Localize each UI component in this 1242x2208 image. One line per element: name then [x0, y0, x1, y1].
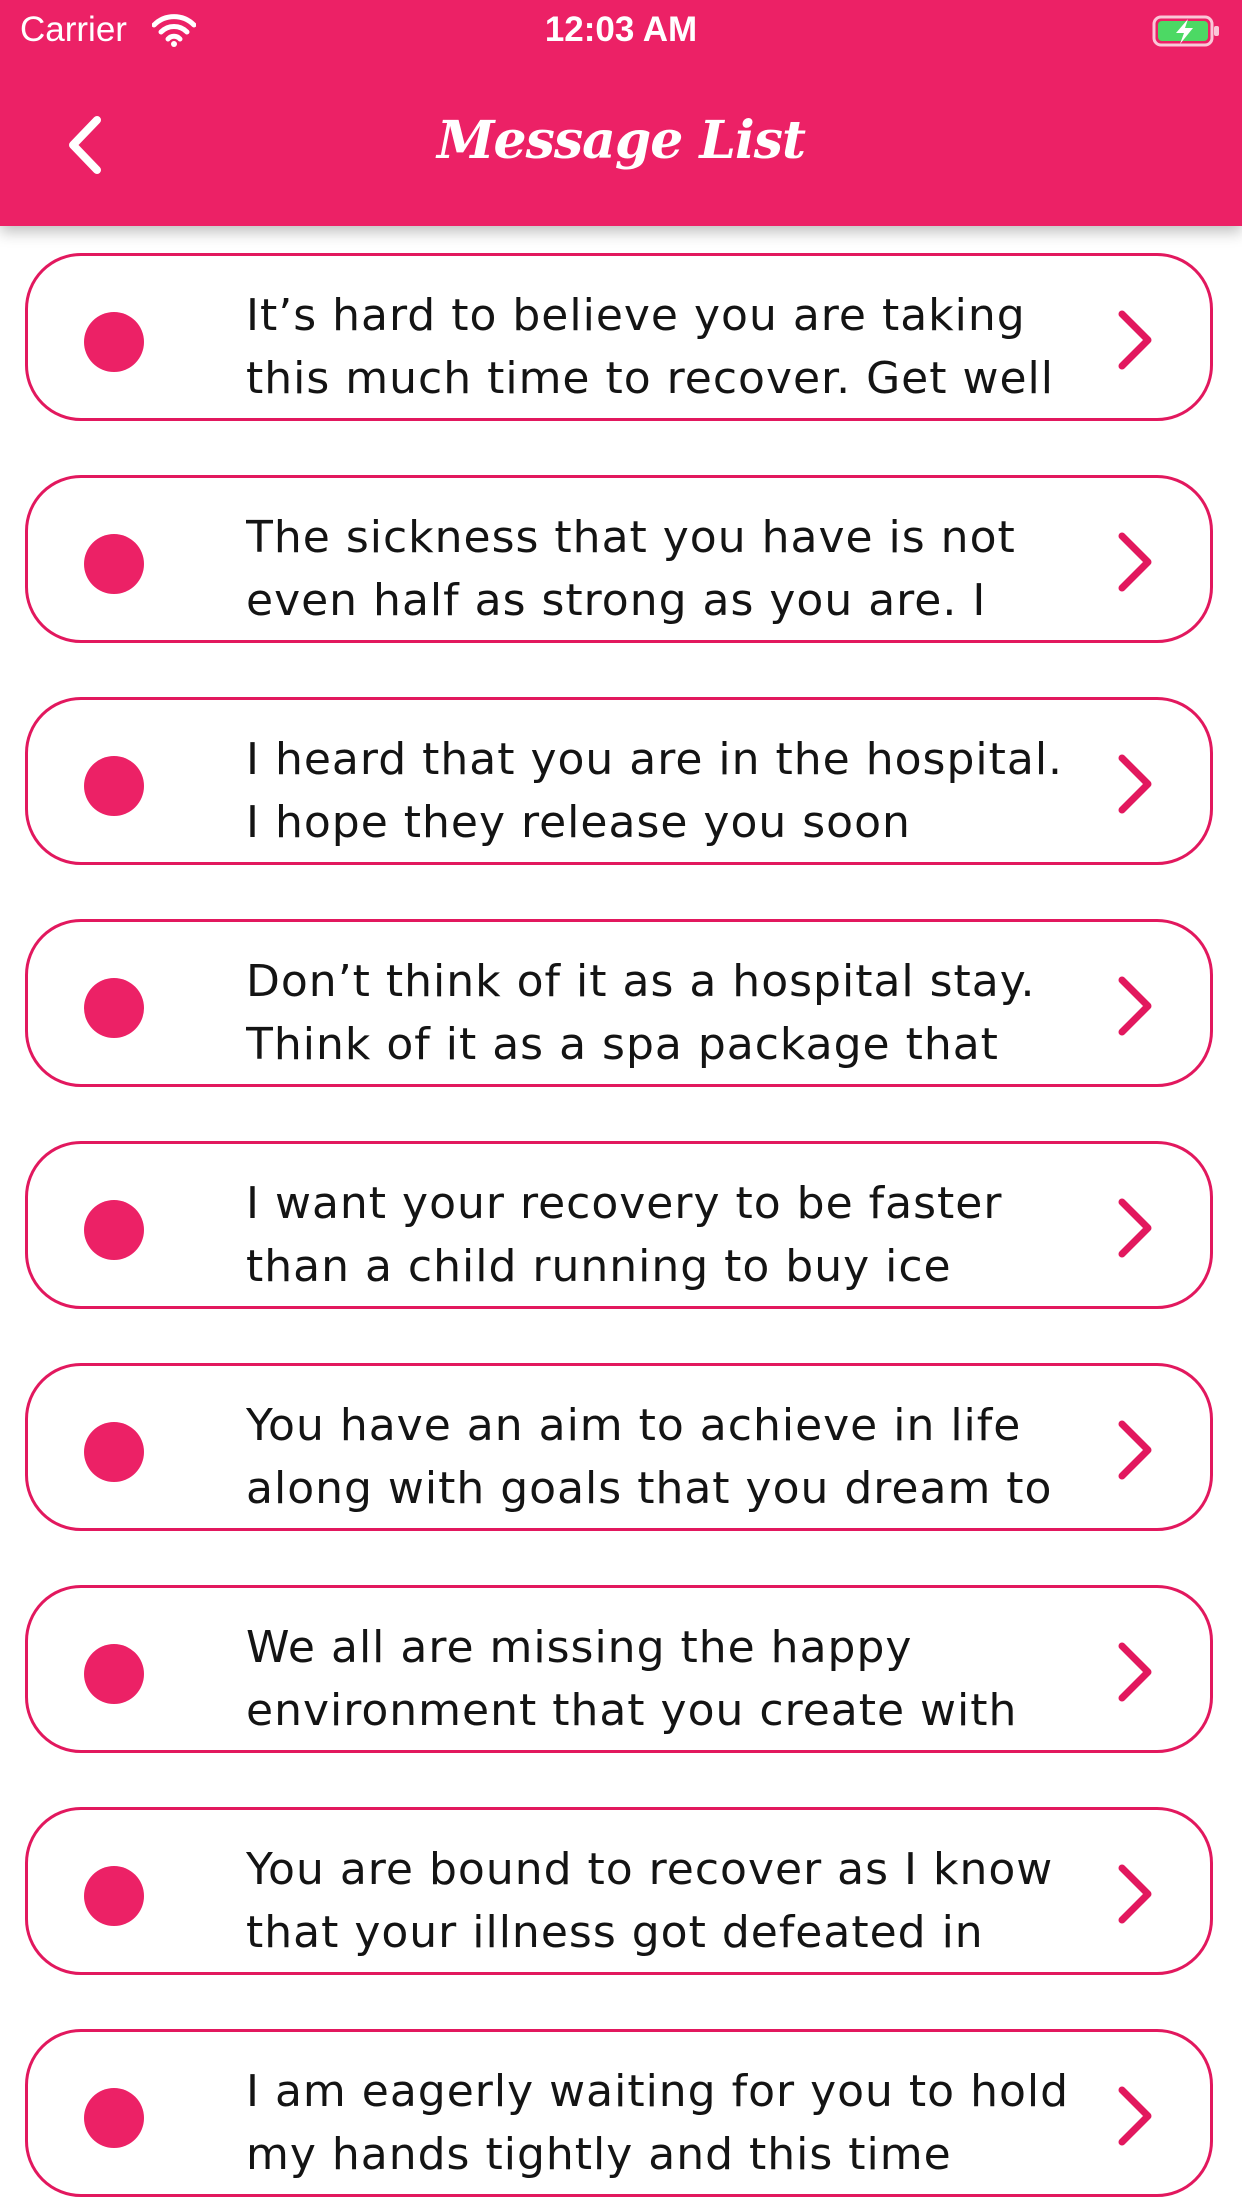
navigation-bar: Carrier 12:03 AM Message List: [0, 0, 1242, 226]
bullet-dot-icon: [84, 534, 144, 594]
message-preview: We all are missing the happy environment…: [246, 1622, 1018, 1736]
message-list-item[interactable]: You are bound to recover as I know that …: [25, 1807, 1213, 1975]
message-preview: The sickness that you have is not even h…: [246, 512, 1016, 626]
bullet-dot-icon: [84, 978, 144, 1038]
chevron-right-icon: [1118, 310, 1152, 370]
chevron-right-icon: [1118, 2086, 1152, 2146]
message-preview: I want your recovery to be faster than a…: [246, 1178, 1003, 1292]
chevron-right-icon: [1118, 754, 1152, 814]
bullet-dot-icon: [84, 1644, 144, 1704]
message-list-item[interactable]: You have an aim to achieve in life along…: [25, 1363, 1213, 1531]
clock: 12:03 AM: [544, 10, 698, 49]
message-list-item[interactable]: I heard that you are in the hospital. I …: [25, 697, 1213, 865]
page-title: Message List: [436, 110, 806, 171]
chevron-right-icon: [1118, 1864, 1152, 1924]
bullet-dot-icon: [84, 1866, 144, 1926]
message-preview: I am eagerly waiting for you to hold my …: [246, 2066, 1070, 2180]
message-list-item[interactable]: Don’t think of it as a hospital stay. Th…: [25, 919, 1213, 1087]
message-preview: It’s hard to believe you are taking this…: [246, 290, 1054, 404]
bullet-dot-icon: [84, 756, 144, 816]
chevron-right-icon: [1118, 1198, 1152, 1258]
message-list-item[interactable]: It’s hard to believe you are taking this…: [25, 253, 1213, 421]
message-preview: Don’t think of it as a hospital stay. Th…: [246, 956, 1036, 1070]
bullet-dot-icon: [84, 312, 144, 372]
bullet-dot-icon: [84, 2088, 144, 2148]
message-preview: You are bound to recover as I know that …: [246, 1844, 1054, 1958]
chevron-right-icon: [1118, 1420, 1152, 1480]
message-list-item[interactable]: We all are missing the happy environment…: [25, 1585, 1213, 1753]
chevron-right-icon: [1118, 1642, 1152, 1702]
message-preview: I heard that you are in the hospital. I …: [246, 734, 1064, 848]
chevron-right-icon: [1118, 532, 1152, 592]
message-list-item[interactable]: The sickness that you have is not even h…: [25, 475, 1213, 643]
message-list-item[interactable]: I am eagerly waiting for you to hold my …: [25, 2029, 1213, 2197]
battery-charging-icon: [1152, 15, 1219, 47]
status-bar: Carrier 12:03 AM: [0, 0, 1242, 64]
message-list: It’s hard to believe you are taking this…: [0, 0, 1242, 2208]
message-preview: You have an aim to achieve in life along…: [246, 1400, 1053, 1514]
bullet-dot-icon: [84, 1200, 144, 1260]
message-list-item[interactable]: I want your recovery to be faster than a…: [25, 1141, 1213, 1309]
bullet-dot-icon: [84, 1422, 144, 1482]
chevron-right-icon: [1118, 976, 1152, 1036]
